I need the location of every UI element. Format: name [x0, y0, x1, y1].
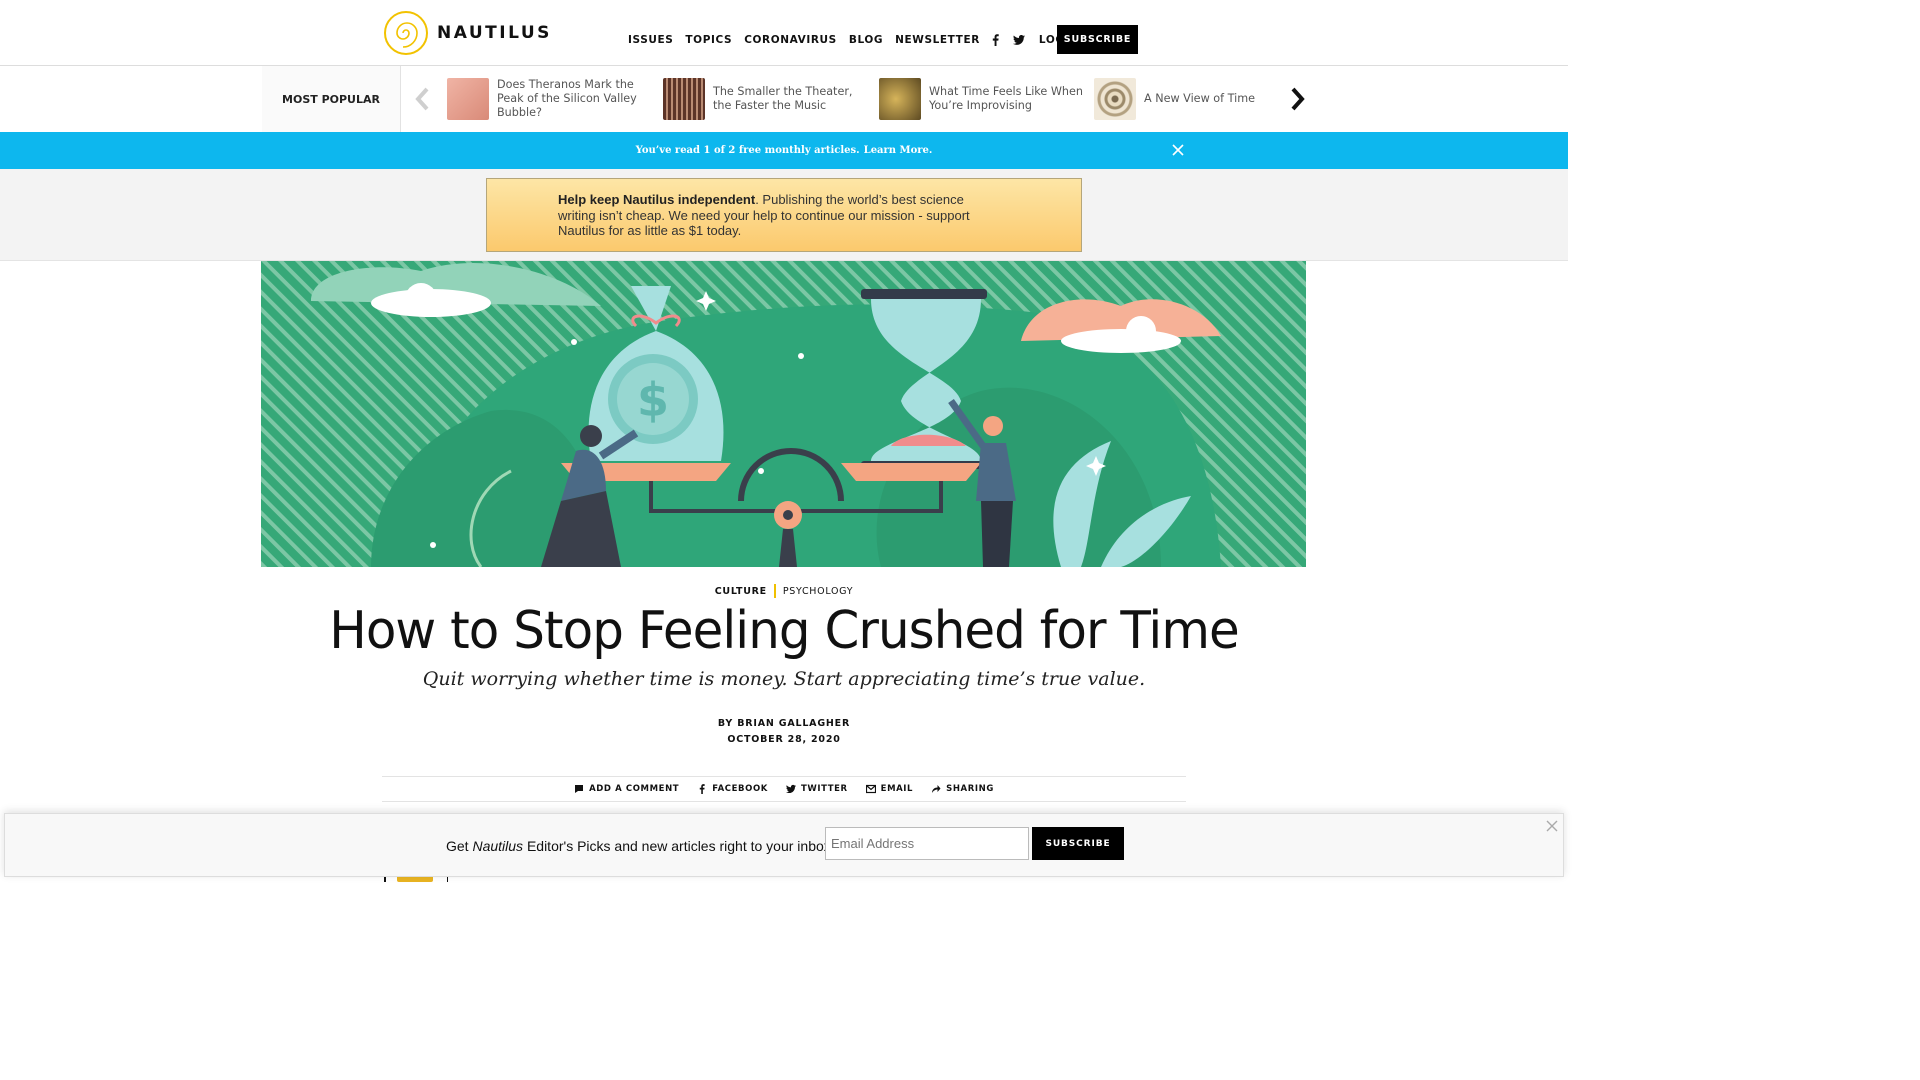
popular-item[interactable]: What Time Feels Like When You’re Improvi… [879, 78, 1089, 120]
popular-item-title: A New View of Time [1144, 92, 1255, 105]
popular-item-title: The Smaller the Theater, the Faster the … [713, 85, 853, 112]
chevron-right-icon[interactable] [1284, 84, 1310, 114]
svg-text:$: $ [637, 373, 669, 427]
category-psychology-link[interactable]: PSYCHOLOGY [783, 586, 853, 597]
nav-newsletter[interactable]: NEWSLETTER [895, 34, 980, 46]
nav-topics[interactable]: TOPICS [685, 34, 732, 46]
article-categories: CULTURE PSYCHOLOGY [0, 584, 1568, 598]
email-field[interactable] [825, 827, 1029, 860]
newsletter-signup-bar: Get Nautilus Editor's Picks and new arti… [4, 813, 1564, 877]
nav-issues[interactable]: ISSUES [628, 34, 673, 46]
article-date: OCTOBER 28, 2020 [727, 734, 841, 745]
article-title: How to Stop Feeling Crushed for Time [329, 601, 1239, 661]
sharing-label: SHARING [946, 784, 994, 794]
most-popular-label: MOST POPULAR [262, 66, 401, 132]
share-facebook-button[interactable]: FACEBOOK [697, 784, 768, 794]
popular-thumbnail [447, 78, 489, 120]
share-twitter-button[interactable]: TWITTER [785, 784, 848, 794]
twitter-icon [785, 784, 796, 794]
newsletter-subscribe-button[interactable]: SUBSCRIBE [1032, 827, 1124, 860]
popular-item[interactable]: Does Theranos Mark the Peak of the Silic… [447, 78, 645, 120]
comment-icon [575, 785, 584, 793]
nav-blog[interactable]: BLOG [849, 34, 883, 46]
sharing-button[interactable]: SHARING [931, 784, 994, 794]
popular-item-title: What Time Feels Like When You’re Improvi… [929, 85, 1083, 112]
nautilus-shell-icon [384, 11, 428, 55]
main-nav: ISSUES TOPICS CORONAVIRUS BLOG NEWSLETTE… [628, 34, 1090, 46]
nautilus-logo[interactable]: NAUTILUS [383, 10, 552, 56]
popular-item-title: Does Theranos Mark the Peak of the Silic… [497, 78, 637, 119]
newsletter-prompt-post: Editor's Picks and new articles right to… [523, 838, 835, 854]
article-byline[interactable]: BY BRIAN GALLAGHER [0, 718, 1568, 729]
add-comment-label: ADD A COMMENT [589, 784, 680, 794]
popular-thumbnail [879, 78, 921, 120]
share-email-button[interactable]: EMAIL [865, 784, 914, 794]
facebook-icon[interactable] [992, 34, 999, 46]
subscribe-button[interactable]: SUBSCRIBE [1057, 25, 1138, 54]
chevron-left-icon[interactable] [410, 84, 436, 114]
free-articles-text: You’ve read 1 of 2 free monthly articles… [636, 145, 933, 156]
category-divider [773, 584, 776, 598]
facebook-icon [699, 784, 705, 794]
share-bar: ADD A COMMENT FACEBOOK TWITTER EMAIL SHA… [382, 776, 1186, 802]
popular-item[interactable]: The Smaller the Theater, the Faster the … [663, 78, 873, 120]
share-facebook-label: FACEBOOK [712, 784, 768, 794]
twitter-icon[interactable] [1012, 35, 1025, 45]
share-email-label: EMAIL [880, 784, 914, 794]
close-icon[interactable] [1546, 820, 1558, 832]
close-icon[interactable] [1171, 143, 1185, 157]
free-articles-bar: You’ve read 1 of 2 free monthly articles… [0, 132, 1568, 169]
site-header: NAUTILUS ISSUES TOPICS CORONAVIRUS BLOG … [0, 0, 1568, 66]
donation-headline: Help keep Nautilus independent [558, 192, 756, 207]
hero-illustration: $ [261, 261, 1306, 567]
popular-item[interactable]: A New View of Time [1094, 78, 1274, 120]
share-twitter-label: TWITTER [800, 784, 848, 794]
share-arrow-icon [932, 785, 941, 793]
donation-banner[interactable]: Help keep Nautilus independent. Publishi… [486, 178, 1082, 252]
most-popular-strip: MOST POPULAR Does Theranos Mark the Peak… [0, 66, 1568, 132]
nav-coronavirus[interactable]: CORONAVIRUS [744, 34, 837, 46]
learn-more-link[interactable]: Learn More. [864, 145, 933, 156]
article-subtitle: Quit worrying whether time is money. Sta… [422, 668, 1146, 690]
add-comment-button[interactable]: ADD A COMMENT [574, 784, 679, 794]
logo-text: NAUTILUS [437, 23, 552, 43]
envelope-icon [865, 784, 876, 794]
newsletter-prompt-pre: Get [446, 838, 473, 854]
free-articles-count-text: You’ve read 1 of 2 free monthly articles… [635, 145, 860, 156]
popular-thumbnail [1094, 78, 1136, 120]
newsletter-prompt-brand: Nautilus [472, 838, 524, 854]
category-culture-link[interactable]: CULTURE [715, 586, 767, 597]
popular-thumbnail [663, 78, 705, 120]
newsletter-prompt: Get Nautilus Editor's Picks and new arti… [446, 838, 835, 854]
donation-area: Help keep Nautilus independent. Publishi… [0, 169, 1568, 261]
